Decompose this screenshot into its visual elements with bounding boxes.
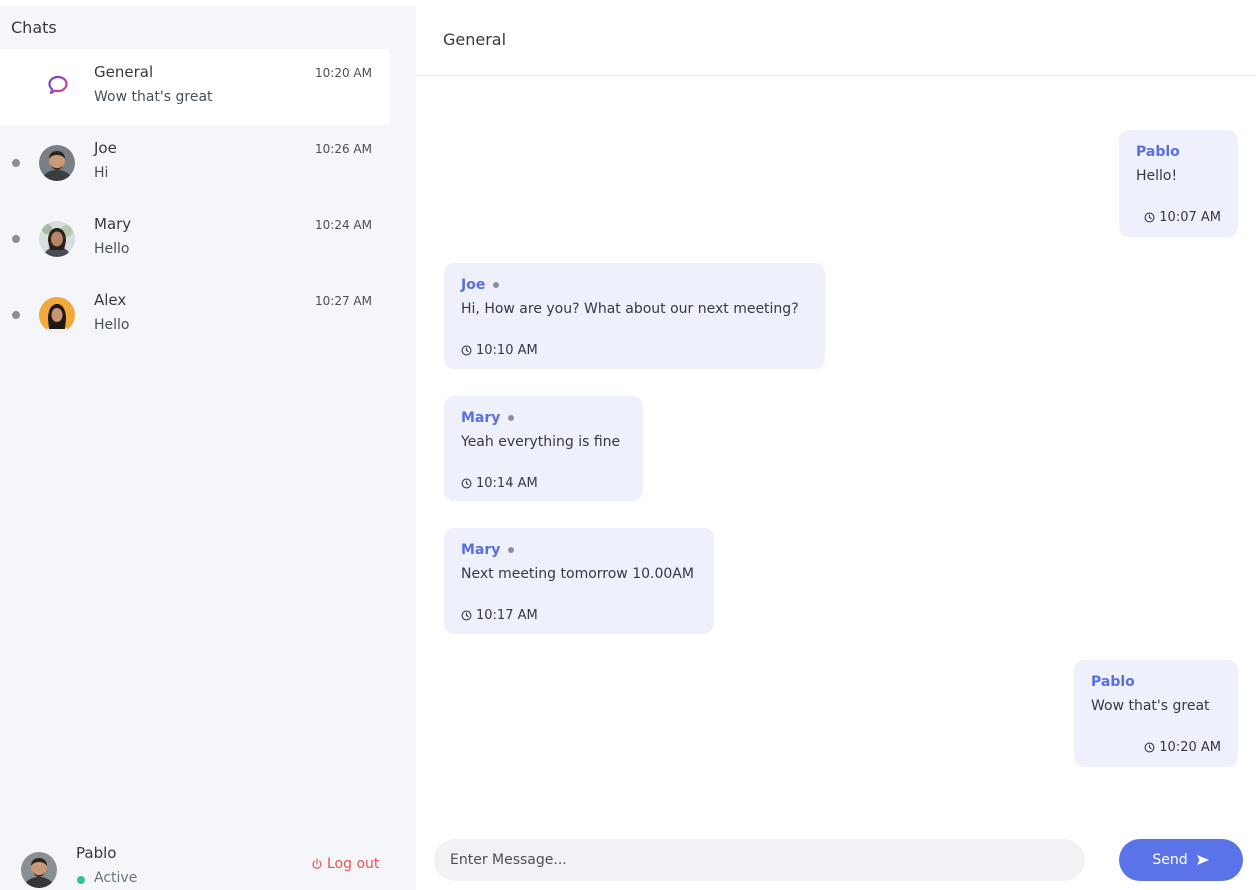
chat-preview: Wow that's great — [94, 89, 213, 105]
message-time-label: 10:07 AM — [1159, 209, 1221, 225]
clock-icon — [461, 478, 472, 488]
chat-item-mary[interactable]: Mary Hello 10:24 AM — [0, 201, 390, 277]
online-status-dot — [77, 876, 85, 884]
chat-time: 10:27 AM — [315, 294, 372, 308]
message-time-label: 10:14 AM — [476, 475, 538, 491]
message-bubble: Pablo Hello! 10:07 AM — [1119, 130, 1238, 237]
chat-time: 10:24 AM — [315, 218, 372, 232]
chat-item-alex[interactable]: Alex Hello 10:27 AM — [0, 277, 390, 353]
message-text: Next meeting tomorrow 10.00AM — [461, 566, 694, 582]
chat-name: Alex — [94, 291, 127, 309]
message-sender-name: Joe — [461, 277, 486, 293]
profile-status: Active — [94, 870, 138, 886]
chat-time: 10:20 AM — [315, 66, 372, 80]
status-dot — [12, 311, 20, 319]
send-arrow-icon — [1196, 855, 1209, 865]
clock-icon — [461, 345, 472, 355]
logout-label: Log out — [327, 856, 380, 872]
chat-name: General — [94, 63, 154, 81]
send-label: Send — [1152, 852, 1188, 868]
message-bubble: Mary Yeah everything is fine 10:14 AM — [444, 396, 643, 501]
message-time: 10:17 AM — [461, 606, 697, 624]
clock-icon — [1144, 742, 1155, 752]
sidebar-title: Chats — [11, 18, 57, 37]
status-dot — [12, 235, 20, 243]
message-time-label: 10:20 AM — [1159, 739, 1221, 755]
chat-name: Joe — [94, 139, 117, 157]
status-dot — [12, 159, 20, 167]
message-bubble: Mary Next meeting tomorrow 10.00AM 10:17… — [444, 528, 714, 634]
message-sender-name: Mary — [461, 542, 501, 558]
message-bubble: Pablo Wow that's great 10:20 AM — [1074, 660, 1238, 767]
avatar — [21, 852, 57, 888]
profile-name: Pablo — [76, 844, 117, 862]
message-text: Yeah everything is fine — [461, 434, 621, 450]
message-text: Hello! — [1136, 168, 1178, 184]
message-text: Wow that's great — [1091, 698, 1210, 714]
message-sender: Pablo — [1091, 674, 1135, 690]
avatar — [39, 297, 75, 333]
message-time: 10:10 AM — [461, 341, 808, 359]
message-time: 10:20 AM — [1091, 738, 1221, 756]
chat-header: General — [416, 0, 1256, 76]
status-dot — [493, 282, 500, 288]
message-time: 10:14 AM — [461, 474, 626, 492]
message-sender: Joe — [461, 275, 808, 295]
page-title: General — [443, 30, 507, 49]
chat-name: Mary — [94, 215, 132, 233]
status-dot — [508, 415, 515, 421]
chat-sidebar: Chats General Wow that's great 10:20 AM … — [0, 6, 416, 890]
message-sender-name: Mary — [461, 410, 501, 426]
chat-item-general[interactable]: General Wow that's great 10:20 AM — [0, 49, 390, 125]
chat-preview: Hello — [94, 317, 130, 333]
chat-time: 10:26 AM — [315, 142, 372, 156]
chat-item-joe[interactable]: Joe Hi 10:26 AM — [0, 125, 390, 201]
message-sender: Mary — [461, 408, 626, 428]
message-time-label: 10:10 AM — [476, 342, 538, 358]
message-sender: Pablo — [1136, 144, 1180, 160]
message-bubble: Joe Hi, How are you? What about our next… — [444, 263, 825, 369]
message-time-label: 10:17 AM — [476, 607, 538, 623]
clock-icon — [461, 610, 472, 620]
chat-bubble-icon — [48, 75, 68, 95]
message-time: 10:07 AM — [1136, 208, 1221, 226]
send-button[interactable]: Send — [1119, 839, 1243, 881]
power-icon — [312, 858, 322, 869]
avatar — [39, 145, 75, 181]
clock-icon — [1144, 212, 1155, 222]
user-profile: Pablo Active Log out — [0, 830, 416, 890]
message-composer: Send — [416, 826, 1256, 890]
chat-main: General Pablo Hello! 10:07 AM Joe Hi, Ho… — [416, 0, 1256, 890]
logout-button[interactable]: Log out — [311, 856, 379, 872]
avatar — [39, 221, 75, 257]
status-dot — [508, 547, 515, 553]
chat-preview: Hi — [94, 165, 109, 181]
chat-preview: Hello — [94, 241, 130, 257]
message-text: Hi, How are you? What about our next mee… — [461, 301, 799, 317]
message-input[interactable] — [434, 839, 1085, 881]
message-sender: Mary — [461, 540, 697, 560]
